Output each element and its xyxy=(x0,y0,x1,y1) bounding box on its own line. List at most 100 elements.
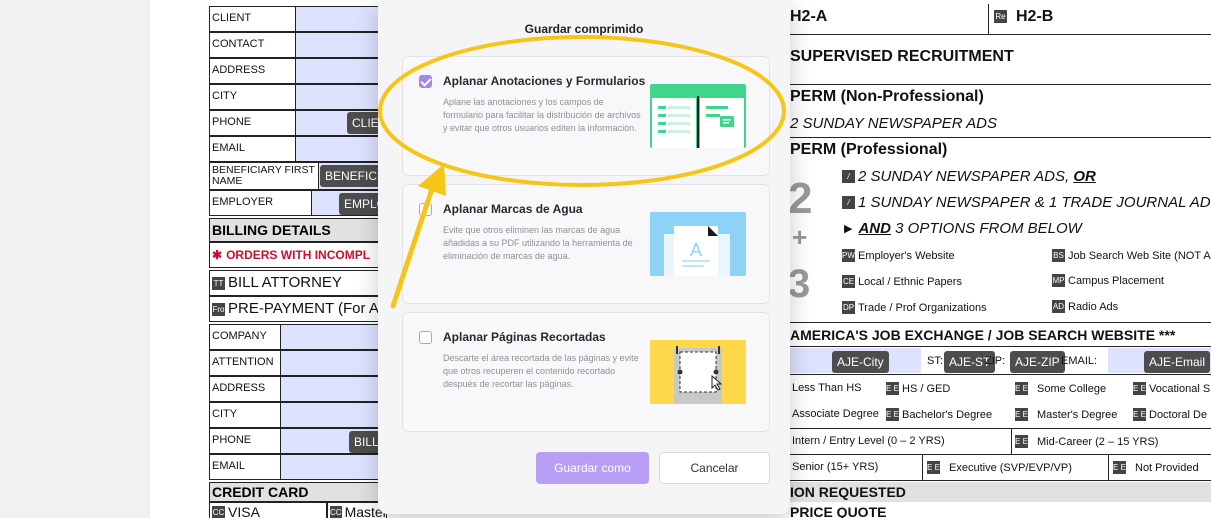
perm-nonpro-label: PERM (Non-Professional) xyxy=(790,88,984,105)
rule-5 xyxy=(787,346,1211,347)
visa-text: VISA xyxy=(228,503,260,518)
edu-college-icon: E E xyxy=(1015,382,1028,395)
edu-less-than-hs[interactable]: Less Than HS xyxy=(792,382,862,394)
opt-radio[interactable]: AD Radio Ads xyxy=(1052,300,1118,313)
prepayment-row[interactable]: Fro PRE-PAYMENT (For At xyxy=(209,296,387,322)
edu-doctoral-text: Doctoral De xyxy=(1149,408,1208,421)
edu-doctoral[interactable]: E E Doctoral De xyxy=(1133,408,1207,421)
cancel-button[interactable]: Cancelar xyxy=(659,452,770,484)
opt-job-search-text: Job Search Web Site (NOT A xyxy=(1068,249,1211,262)
credit-card-header: CREDIT CARD xyxy=(209,482,387,502)
prepayment-text: PRE-PAYMENT (For At xyxy=(228,300,384,318)
crop-page-icon xyxy=(674,346,723,404)
edu-hs-ged[interactable]: E E HS / GED xyxy=(886,382,950,395)
label-billing-phone: PHONE xyxy=(209,428,281,454)
h2b-option[interactable]: Re xyxy=(994,10,1010,23)
label-beneficiary-text: BENEFICIARY FIRST NAME xyxy=(212,163,315,187)
billing-city-field[interactable] xyxy=(281,402,387,428)
exp-mid[interactable]: E E Mid-Career (2 – 15 YRS) xyxy=(1015,435,1158,448)
rule-7 xyxy=(787,428,1211,429)
edu-some-college[interactable]: E E Some College xyxy=(1015,382,1106,395)
exp-senior[interactable]: Senior (15+ YRS) xyxy=(792,461,878,473)
label-billing-address: ADDRESS xyxy=(209,376,281,402)
warning-icon: ✱ xyxy=(212,247,223,262)
edu-master-icon: E E xyxy=(1015,408,1028,421)
price-quote-label: PRICE QUOTE xyxy=(790,504,887,518)
option-flatten-watermarks[interactable]: Aplanar Marcas de Agua Evite que otros e… xyxy=(402,184,770,304)
label-client: CLIENT xyxy=(209,6,296,32)
edu-hs-icon: E E xyxy=(886,382,899,395)
st-label: ST: xyxy=(927,355,943,367)
flatten-annotations-checkbox[interactable] xyxy=(419,75,432,88)
flatten-annotations-desc: Aplane las anotaciones y los campos de f… xyxy=(443,97,641,133)
pw-icon: PW xyxy=(842,249,855,262)
orders-warning: ✱ ORDERS WITH INCOMPL xyxy=(209,242,387,268)
edu-vocational[interactable]: E E Vocational S xyxy=(1133,382,1210,395)
label-billing-phone-text: PHONE xyxy=(212,434,252,447)
label-billing-address-text: ADDRESS xyxy=(212,382,266,395)
rule-9 xyxy=(787,480,1211,481)
client-field[interactable] xyxy=(296,6,386,32)
exp-divider-2 xyxy=(922,454,923,480)
billing-header-text: BILLING DETAILS xyxy=(212,222,331,238)
opt-job-search[interactable]: BS Job Search Web Site (NOT A xyxy=(1052,249,1211,262)
city-field[interactable] xyxy=(296,84,386,110)
contact-field[interactable] xyxy=(296,32,386,58)
bill-attorney-text: BILL ATTORNEY xyxy=(228,274,342,292)
opt-campus-text: Campus Placement xyxy=(1068,274,1164,287)
label-email-text: EMAIL xyxy=(212,142,246,155)
opt-campus[interactable]: MP Campus Placement xyxy=(1052,274,1164,287)
aje-email-tag: AJE-Email xyxy=(1144,351,1211,373)
exp-divider-3 xyxy=(1108,454,1109,480)
opt-trade-prof[interactable]: DP Trade / Prof Organizations xyxy=(842,301,987,314)
company-field[interactable] xyxy=(281,324,387,350)
edu-master[interactable]: E E Master's Degree xyxy=(1015,408,1117,421)
exp-np-icon: E E xyxy=(1113,461,1126,474)
opt-local-ethnic-text: Local / Ethnic Papers xyxy=(858,275,962,288)
save-as-button[interactable]: Guardar como xyxy=(536,452,649,484)
edu-vocational-icon: E E xyxy=(1133,382,1146,395)
form-document-icon xyxy=(652,96,744,148)
watermark-document-icon: A xyxy=(664,226,730,276)
billing-email-field[interactable] xyxy=(281,454,387,480)
address-field[interactable] xyxy=(296,58,386,84)
bill-attorney-row[interactable]: TT BILL ATTORNEY xyxy=(209,270,387,296)
option-flatten-annotations[interactable]: Aplanar Anotaciones y Formularios Aplane… xyxy=(402,56,770,176)
edu-vocational-text: Vocational S xyxy=(1149,382,1211,395)
gutter-strip xyxy=(0,0,148,518)
supervised-label: SUPERVISED RECRUITMENT xyxy=(790,48,1014,65)
flatten-watermarks-desc: Evite que otros eliminen las marcas de a… xyxy=(443,225,633,261)
visa-option[interactable]: CC VISA xyxy=(209,502,327,518)
flatten-watermarks-checkbox[interactable] xyxy=(419,203,432,216)
bill-attorney-icon: TT xyxy=(212,276,225,290)
flatten-cropped-checkbox[interactable] xyxy=(419,331,432,344)
email-field[interactable] xyxy=(296,136,386,162)
label-employer-text: EMPLOYER xyxy=(212,196,274,209)
h2a-label: H2-A xyxy=(790,8,828,25)
edu-college-text: Some College xyxy=(1037,382,1107,395)
exp-not-provided[interactable]: E E Not Provided xyxy=(1113,461,1199,474)
exp-divider-1 xyxy=(1011,428,1012,454)
opt-employer-website[interactable]: PW Employer's Website xyxy=(842,249,955,262)
option-2-sunday[interactable]: /2 SUNDAY NEWSPAPER ADS, OR xyxy=(842,168,1096,185)
attention-field[interactable] xyxy=(281,350,387,376)
option-flatten-cropped[interactable]: Aplanar Páginas Recortadas Descarte el á… xyxy=(402,312,770,432)
opt-employer-website-text: Employer's Website xyxy=(858,249,955,262)
edu-associate[interactable]: Associate Degree xyxy=(792,408,879,420)
option-1-sunday[interactable]: /1 SUNDAY NEWSPAPER & 1 TRADE JOURNAL AD xyxy=(842,194,1211,211)
exp-intern[interactable]: Intern / Entry Level (0 – 2 YRS) xyxy=(792,435,945,447)
aje-city-tag: AJE-City xyxy=(832,351,889,373)
options-below-text: 3 OPTIONS FROM BELOW xyxy=(895,220,1082,237)
save-compressed-dialog: Guardar comprimido Aplanar Anotaciones y… xyxy=(378,0,790,514)
billing-address-field[interactable] xyxy=(281,376,387,402)
aje-zip-tag: AJE-ZIP xyxy=(1010,351,1065,373)
bs-icon: BS xyxy=(1052,249,1065,262)
rule-4 xyxy=(787,322,1211,323)
flatten-cropped-title: Aplanar Páginas Recortadas xyxy=(443,330,606,344)
exp-executive[interactable]: E E Executive (SVP/EVP/VP) xyxy=(927,461,1072,474)
edu-bachelor[interactable]: E E Bachelor's Degree xyxy=(886,408,992,421)
edu-bachelor-icon: E E xyxy=(886,408,899,421)
flatten-watermarks-illustration: A xyxy=(650,212,746,276)
opt-local-ethnic[interactable]: CE Local / Ethnic Papers xyxy=(842,275,962,288)
exp-exec-icon: E E xyxy=(927,461,940,474)
